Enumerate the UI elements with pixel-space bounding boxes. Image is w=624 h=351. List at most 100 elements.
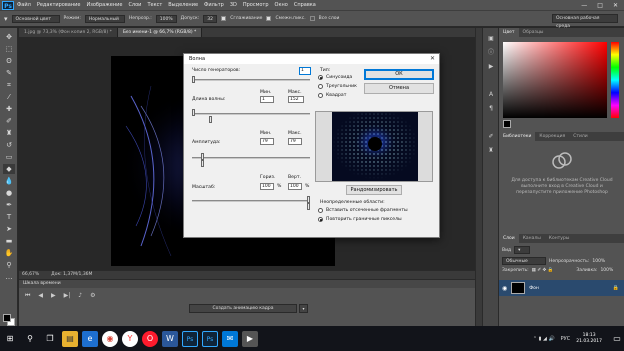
menu-type[interactable]: Текст bbox=[147, 2, 162, 8]
marquee-tool-icon[interactable]: ⬚ bbox=[3, 44, 15, 54]
healing-tool-icon[interactable]: ✚ bbox=[3, 104, 15, 114]
crop-tool-icon[interactable]: ⌗ bbox=[3, 80, 15, 90]
yandex-icon[interactable]: Y bbox=[122, 330, 138, 347]
fill-value[interactable]: 100% bbox=[600, 268, 613, 273]
layer-row[interactable]: ◉ Фон 🔒 bbox=[499, 280, 624, 296]
antialias-checkbox[interactable] bbox=[221, 16, 227, 21]
lock-icons[interactable]: ▦ ✐ ✥ 🔒 bbox=[532, 268, 554, 273]
search-icon[interactable]: ⚲ bbox=[22, 331, 38, 347]
play-icon[interactable]: ▶ bbox=[51, 292, 56, 300]
scale-horiz-thumb[interactable] bbox=[307, 196, 310, 203]
scale-vert-thumb[interactable] bbox=[307, 203, 310, 210]
settings-icon[interactable]: ⚙ bbox=[90, 292, 95, 300]
audio-icon[interactable]: ♪ bbox=[78, 292, 82, 300]
zoom-tool-icon[interactable]: ⚲ bbox=[3, 260, 15, 270]
dialog-close-icon[interactable]: ✕ bbox=[430, 54, 435, 64]
color-preview-swatch[interactable] bbox=[503, 120, 511, 128]
workspace-select[interactable]: Основная рабочая среда bbox=[552, 14, 618, 29]
scale-vert-input[interactable]: 100 bbox=[288, 183, 302, 190]
move-tool-icon[interactable]: ✥ bbox=[3, 32, 15, 42]
color-field[interactable] bbox=[503, 42, 607, 118]
clone-source-icon[interactable]: ♜ bbox=[486, 146, 496, 155]
chrome-icon[interactable]: ◉ bbox=[102, 330, 118, 347]
notifications-icon[interactable]: ▭ bbox=[612, 331, 622, 347]
opera-icon[interactable]: O bbox=[142, 330, 158, 347]
mode-select[interactable]: Нормальный bbox=[84, 14, 125, 23]
task-view-icon[interactable]: ❐ bbox=[42, 331, 58, 347]
create-animation-dropdown[interactable]: ▾ bbox=[299, 304, 308, 313]
menu-window[interactable]: Окно bbox=[275, 2, 288, 8]
menu-view[interactable]: Просмотр bbox=[243, 2, 269, 8]
undefined-radio-wrap[interactable] bbox=[318, 208, 323, 213]
stamp-tool-icon[interactable]: ♜ bbox=[3, 128, 15, 138]
blur-tool-icon[interactable]: 💧 bbox=[3, 176, 15, 186]
dodge-tool-icon[interactable]: ● bbox=[3, 188, 15, 198]
preview-area[interactable] bbox=[315, 111, 433, 182]
tab-adjustments[interactable]: Коррекция bbox=[535, 132, 569, 141]
maximize-button[interactable]: □ bbox=[597, 2, 603, 9]
close-button[interactable]: ✕ bbox=[613, 2, 618, 9]
clock[interactable]: 18:13 21.03.2017 bbox=[576, 333, 602, 345]
info-icon[interactable]: ⓘ bbox=[486, 48, 496, 57]
amplitude-slider[interactable] bbox=[192, 157, 310, 159]
first-frame-icon[interactable]: ⏮ bbox=[25, 292, 30, 300]
photoshop-icon[interactable]: Ps bbox=[182, 330, 198, 347]
doc-tab-1[interactable]: 1.jpg @ 73,3% (Фон копия 2, RGB/8) * bbox=[19, 28, 118, 37]
prev-frame-icon[interactable]: ◀ bbox=[38, 292, 43, 300]
zoom-level[interactable]: 66,67% bbox=[22, 271, 39, 279]
tab-layers[interactable]: Слои bbox=[499, 234, 519, 243]
create-animation-button[interactable]: Создать анимацию кадра bbox=[189, 304, 297, 313]
menu-image[interactable]: Изображение bbox=[86, 2, 122, 8]
type-tool-icon[interactable]: T bbox=[3, 212, 15, 222]
generators-input[interactable]: 1 bbox=[299, 67, 311, 75]
wavelength-min-thumb[interactable] bbox=[192, 109, 195, 116]
actions-icon[interactable]: ▶ bbox=[486, 62, 496, 71]
lasso-tool-icon[interactable]: ʘ bbox=[3, 56, 15, 66]
minimize-button[interactable]: — bbox=[581, 2, 587, 9]
fill-source-select[interactable]: Основной цвет bbox=[11, 14, 60, 23]
history-brush-tool-icon[interactable]: ↺ bbox=[3, 140, 15, 150]
generators-slider-thumb[interactable] bbox=[192, 76, 195, 83]
more-tools-icon[interactable]: … bbox=[3, 272, 15, 282]
amplitude-min-thumb[interactable] bbox=[201, 153, 205, 160]
tab-styles[interactable]: Стили bbox=[569, 132, 592, 141]
foreground-color-swatch[interactable] bbox=[3, 314, 11, 322]
panel-collapse-strip[interactable] bbox=[475, 28, 482, 326]
windows-start-icon[interactable]: ⊞ bbox=[2, 331, 18, 347]
menu-file[interactable]: Файл bbox=[17, 2, 31, 8]
generators-slider[interactable] bbox=[192, 79, 310, 81]
quick-select-tool-icon[interactable]: ✎ bbox=[3, 68, 15, 78]
eraser-tool-icon[interactable]: ▭ bbox=[3, 152, 15, 162]
layer-opacity-value[interactable]: 100% bbox=[592, 259, 605, 264]
ok-button[interactable]: ОК bbox=[364, 69, 434, 80]
blend-mode-select[interactable]: Обычные bbox=[502, 257, 546, 265]
edge-icon[interactable]: e bbox=[82, 330, 98, 347]
photoshop-icon-2[interactable]: Ps bbox=[202, 330, 218, 347]
path-select-tool-icon[interactable]: ➤ bbox=[3, 224, 15, 234]
menu-select[interactable]: Выделение bbox=[168, 2, 198, 8]
randomize-button[interactable]: Рандомизировать bbox=[346, 185, 402, 195]
media-icon[interactable]: ▶ bbox=[242, 330, 258, 347]
contiguous-checkbox[interactable] bbox=[266, 16, 272, 21]
wavelength-max-input[interactable]: 152 bbox=[288, 96, 304, 103]
cancel-button[interactable]: Отмена bbox=[364, 83, 434, 94]
next-frame-icon[interactable]: ▶| bbox=[64, 292, 71, 300]
all-layers-checkbox[interactable] bbox=[309, 16, 315, 21]
type-radio-triangle[interactable] bbox=[318, 84, 323, 89]
tab-color[interactable]: Цвет bbox=[499, 28, 519, 37]
paint-bucket-icon[interactable]: ▾ bbox=[4, 15, 8, 23]
wavelength-max-thumb[interactable] bbox=[209, 116, 213, 123]
opacity-input[interactable]: 100% bbox=[155, 14, 177, 23]
tab-paths[interactable]: Контуры bbox=[545, 234, 574, 243]
character-icon[interactable]: A bbox=[486, 90, 496, 99]
language-indicator[interactable]: РУС bbox=[561, 336, 571, 342]
brushes-icon[interactable]: ✐ bbox=[486, 132, 496, 141]
scale-horiz-input[interactable]: 100 bbox=[260, 183, 274, 190]
shape-tool-icon[interactable]: ▬ bbox=[3, 236, 15, 246]
paint-bucket-tool-icon[interactable]: ◆ bbox=[3, 164, 15, 174]
scale-slider[interactable] bbox=[192, 200, 310, 202]
wavelength-min-input[interactable]: 1 bbox=[260, 96, 274, 103]
amplitude-min-input[interactable]: 79 bbox=[260, 138, 274, 145]
mail-icon[interactable]: ✉ bbox=[222, 330, 238, 347]
doc-tab-2[interactable]: Без имени-1 @ 66,7% (RGB/8) * bbox=[117, 28, 203, 37]
